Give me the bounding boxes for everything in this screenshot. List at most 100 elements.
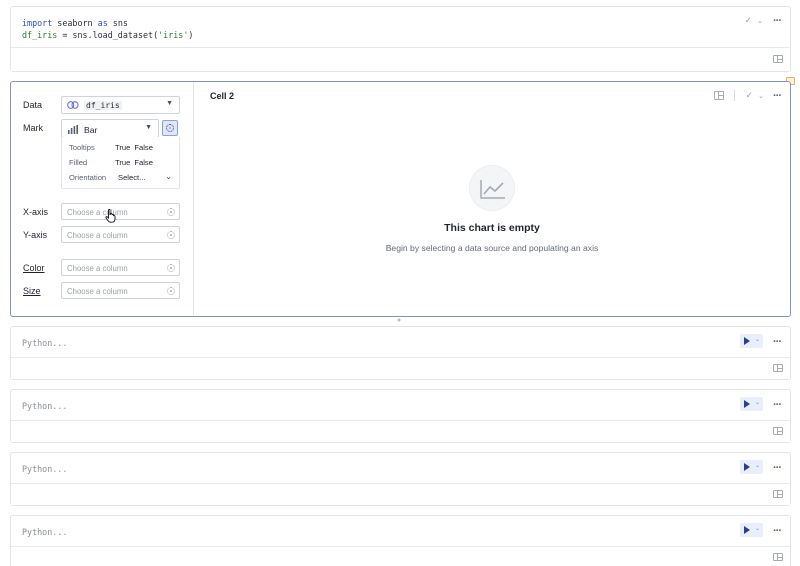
gear-icon	[166, 124, 174, 132]
split-view-icon[interactable]	[773, 553, 783, 561]
size-column-select[interactable]: Choose a column	[61, 282, 180, 299]
column-placeholder: Choose a column	[67, 208, 128, 217]
chevron-down-icon: ⌄	[754, 400, 760, 406]
check-icon[interactable]: ✓	[744, 15, 752, 26]
mark-label: Mark	[23, 123, 43, 133]
play-icon	[744, 526, 750, 534]
orientation-label: Orientation	[69, 173, 107, 182]
split-view-icon[interactable]	[773, 490, 783, 498]
split-view-icon[interactable]	[714, 91, 724, 100]
column-placeholder: Choose a column	[67, 231, 128, 240]
xaxis-column-select[interactable]: Choose a column	[61, 203, 180, 220]
false-option[interactable]: False	[134, 143, 153, 152]
play-icon	[744, 463, 750, 471]
chevron-down-icon: ▼	[166, 100, 173, 107]
resize-handle-icon[interactable]	[396, 318, 402, 322]
chart-cell[interactable]: Data df_iris ▼ Mark Bar ▼ Tooltips True F…	[10, 81, 791, 317]
data-source-select[interactable]: df_iris ▼	[61, 96, 180, 114]
empty-chart-illustration	[469, 165, 515, 211]
code-cell-1[interactable]: import seaborn as sns df_iris = sns.load…	[10, 6, 791, 72]
chevron-down-icon: ⌄	[754, 337, 760, 343]
tooltips-label: Tooltips	[69, 143, 95, 152]
run-button[interactable]: ⌄	[740, 523, 763, 537]
tooltips-toggle[interactable]: True False	[115, 143, 153, 152]
run-button[interactable]: ⌄	[740, 397, 763, 411]
more-icon[interactable]: ···	[773, 16, 782, 27]
filled-toggle[interactable]: True False	[115, 158, 153, 167]
more-icon[interactable]: ···	[773, 91, 782, 102]
cell-footer	[11, 483, 790, 505]
code-line: df_iris = sns.load_dataset('iris')	[22, 30, 193, 40]
data-label: Data	[23, 100, 43, 110]
chevron-down-icon: ⌄	[165, 172, 172, 181]
run-button[interactable]: ⌄	[740, 334, 763, 348]
more-icon[interactable]: ···	[773, 526, 782, 537]
python-cell[interactable]: Python... ⌄ ···	[10, 326, 791, 380]
split-view-icon[interactable]	[773, 55, 783, 63]
column-placeholder: Choose a column	[67, 287, 128, 296]
true-option[interactable]: True	[115, 158, 130, 167]
cell-footer	[11, 546, 790, 566]
code-line: import seaborn as sns	[22, 18, 128, 28]
code-string: 'iris'	[158, 30, 189, 40]
empty-state-title: This chart is empty	[444, 222, 540, 234]
mark-options-panel: Tooltips True False Filled True False Orie…	[61, 137, 180, 189]
color-column-select[interactable]: Choose a column	[61, 259, 180, 276]
cell-footer	[11, 420, 790, 442]
code-text: = sns.load_dataset(	[57, 30, 159, 40]
chart-config-panel: Data df_iris ▼ Mark Bar ▼ Tooltips True F…	[11, 82, 194, 315]
chevron-down-icon: ▼	[145, 124, 152, 131]
data-source-value: df_iris	[84, 101, 122, 110]
code-placeholder[interactable]: Python...	[22, 527, 67, 537]
gear-icon[interactable]	[167, 231, 175, 239]
chevron-down-icon: ⌄	[754, 526, 760, 532]
orientation-select[interactable]: Select...	[118, 173, 145, 182]
play-icon	[744, 337, 750, 345]
python-cell[interactable]: Python... ⌄ ···	[10, 452, 791, 506]
python-cell[interactable]: Python... ⌄ ···	[10, 389, 791, 443]
gear-icon[interactable]	[167, 208, 175, 216]
filled-label: Filled	[69, 158, 88, 167]
run-button[interactable]: ⌄	[740, 460, 763, 474]
empty-state-subtitle: Begin by selecting a data source and pop…	[385, 243, 599, 253]
split-view-icon[interactable]	[773, 364, 783, 372]
code-variable: df_iris	[22, 30, 58, 40]
code-text: sns	[107, 18, 128, 28]
cell-footer	[11, 47, 790, 71]
python-cell[interactable]: Python... ⌄ ···	[10, 515, 791, 566]
column-placeholder: Choose a column	[67, 264, 128, 273]
cell-title: Cell 2	[210, 91, 235, 101]
link-icon	[67, 101, 79, 109]
false-option[interactable]: False	[134, 158, 153, 167]
bar-chart-icon	[68, 125, 78, 134]
gear-icon[interactable]	[167, 287, 175, 295]
code-placeholder[interactable]: Python...	[22, 338, 67, 348]
pointer-cursor-icon	[105, 209, 116, 223]
code-text: seaborn	[52, 18, 98, 28]
more-icon[interactable]: ···	[773, 463, 782, 474]
yaxis-label: Y-axis	[23, 230, 48, 240]
cell-footer	[11, 357, 790, 379]
size-label[interactable]: Size	[23, 286, 41, 296]
more-icon[interactable]: ···	[773, 400, 782, 411]
mark-options-button[interactable]	[162, 120, 178, 136]
check-icon[interactable]: ✓	[745, 90, 753, 101]
play-icon	[744, 400, 750, 408]
color-label[interactable]: Color	[23, 263, 45, 273]
yaxis-column-select[interactable]: Choose a column	[61, 226, 180, 243]
true-option[interactable]: True	[115, 143, 130, 152]
code-placeholder[interactable]: Python...	[22, 401, 67, 411]
mark-select[interactable]: Bar ▼	[61, 119, 159, 138]
divider	[734, 90, 735, 101]
more-icon[interactable]: ···	[773, 337, 782, 348]
chevron-down-icon: ⌄	[754, 463, 760, 469]
split-view-icon[interactable]	[773, 427, 783, 435]
mark-value: Bar	[84, 125, 98, 135]
gear-icon[interactable]	[167, 264, 175, 272]
chevron-down-icon[interactable]: ⌄	[757, 17, 763, 25]
code-placeholder[interactable]: Python...	[22, 464, 67, 474]
line-chart-icon	[480, 180, 505, 199]
chevron-down-icon[interactable]: ⌄	[758, 92, 764, 100]
code-keyword: as	[97, 18, 108, 28]
code-text: )	[188, 30, 194, 40]
